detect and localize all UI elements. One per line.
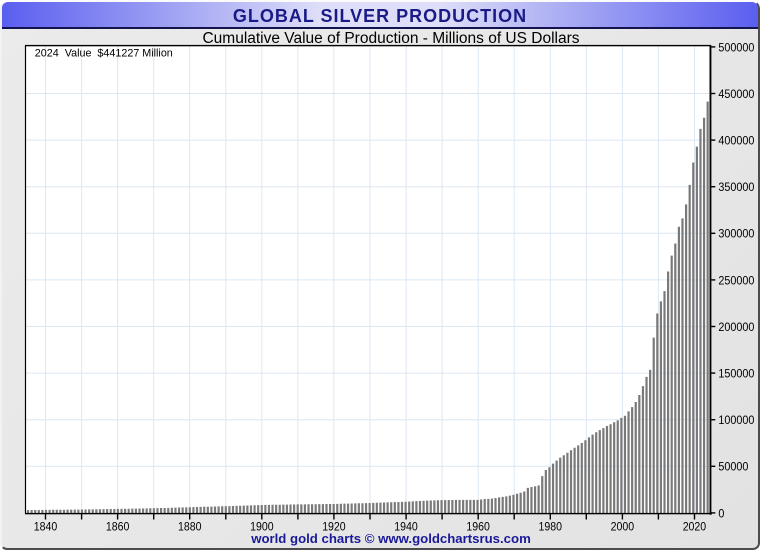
svg-text:0: 0 <box>718 506 724 520</box>
svg-text:400000: 400000 <box>718 134 754 148</box>
svg-text:450000: 450000 <box>718 87 754 101</box>
svg-text:2024 Value $441227 Million: 2024 Value $441227 Million <box>35 48 173 60</box>
svg-text:350000: 350000 <box>718 180 754 194</box>
svg-text:100000: 100000 <box>718 413 754 427</box>
svg-text:300000: 300000 <box>718 227 754 241</box>
svg-text:200000: 200000 <box>718 320 754 334</box>
svg-text:50000: 50000 <box>718 460 748 474</box>
svg-text:250000: 250000 <box>718 273 754 287</box>
svg-text:150000: 150000 <box>718 367 754 381</box>
